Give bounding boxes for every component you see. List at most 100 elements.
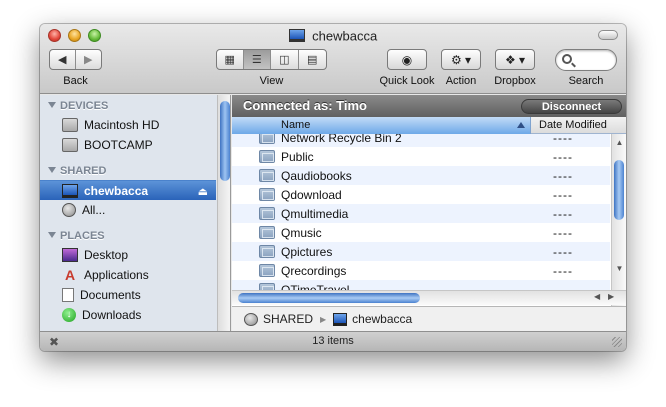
column-header-date[interactable]: Date Modified [533,117,626,134]
list-view-button[interactable]: ☰ [243,50,272,69]
disclosure-triangle-icon [48,102,56,108]
resize-grip-icon[interactable] [612,337,622,347]
monitor-icon [288,29,305,43]
window-title: chewbacca [312,28,378,44]
chevron-right-icon: ▶ [320,314,327,324]
sidebar-item-documents[interactable]: Documents [40,285,216,305]
column-view-button[interactable]: ◫ [271,50,299,69]
network-globe-icon [244,312,258,326]
sidebar-item-downloads[interactable]: ↓ Downloads [40,305,216,325]
grid-icon: ▦ [224,54,235,66]
back-arrow-icon: ◀ [58,54,67,66]
shared-folder-icon [259,207,275,220]
table-row[interactable]: Public ---- [232,147,610,166]
dropbox-button[interactable]: ❖ ▾ [495,49,535,70]
scroll-up-icon[interactable]: ▲ [612,138,626,147]
sidebar-item-desktop[interactable]: Desktop [40,245,216,265]
applications-icon: A [64,267,76,283]
horizontal-scroll-thumb[interactable] [238,293,420,303]
path-bar: SHARED ▶ chewbacca [232,306,626,331]
back-forward-control: ◀ ▶ [49,49,102,70]
shared-header[interactable]: SHARED [48,165,106,177]
column-header-name[interactable]: Name [232,117,531,134]
forward-button[interactable]: ▶ [76,50,101,69]
shared-folder-icon [259,264,275,277]
quicklook-group: ◉ [387,49,427,70]
document-icon [62,288,74,302]
horizontal-scrollbar[interactable]: ◀ ▶ [232,290,626,305]
path-item-shared[interactable]: SHARED [263,312,313,326]
sidebar-item-bootcamp[interactable]: BOOTCAMP [40,135,216,155]
sidebar-item-all[interactable]: All... [40,200,216,220]
shared-folder-icon [259,245,275,258]
dropbox-icon: ❖ ▾ [504,52,526,67]
desktop-icon [62,248,78,262]
shared-folder-icon [259,169,275,182]
table-row[interactable]: Qdownload ---- [232,185,610,204]
connection-bar: Connected as: Timo Disconnect [232,95,626,117]
window-title-bar: chewbacca [40,28,626,43]
sidebar-scroll-thumb[interactable] [220,101,230,181]
devices-header[interactable]: DEVICES [48,100,108,112]
search-icon [562,54,572,64]
places-header[interactable]: PLACES [48,230,105,242]
vertical-scroll-thumb[interactable] [614,160,624,220]
status-bar: ✖ 13 items [40,331,626,351]
hard-drive-icon [62,118,78,132]
icon-view-button[interactable]: ▦ [217,50,244,69]
hard-drive-icon [62,138,78,152]
view-control: ▦ ☰ ◫ ▤ [216,49,327,70]
quicklook-button[interactable]: ◉ [387,49,427,70]
scroll-right-icon[interactable]: ▶ [608,292,614,301]
toolbar: chewbacca ◀ ▶ Back ▦ ☰ ◫ ▤ View ◉ Quick … [40,24,626,94]
path-item-chewbacca[interactable]: chewbacca [352,312,412,326]
back-button[interactable]: ◀ [50,50,76,69]
main-content: Connected as: Timo Disconnect Name Date … [232,95,626,331]
columns-icon: ◫ [279,54,290,66]
scroll-left-icon[interactable]: ◀ [594,292,600,301]
sidebar-item-macintosh-hd[interactable]: Macintosh HD [40,115,216,135]
file-list: Network Recycle Bin 2 ---- Public ---- Qau… [232,134,610,306]
table-row[interactable]: Qpictures ---- [232,242,610,261]
network-globe-icon [62,203,76,217]
quicklook-label: Quick Look [379,75,435,87]
table-row[interactable]: Qmusic ---- [232,223,610,242]
disclosure-triangle-icon [48,232,56,238]
disclosure-triangle-icon [48,167,56,173]
coverflow-view-button[interactable]: ▤ [299,50,326,69]
action-button[interactable]: ⚙ ▾ [441,49,481,70]
finder-window: chewbacca ◀ ▶ Back ▦ ☰ ◫ ▤ View ◉ Quick … [40,24,626,351]
search-label: Search [568,75,604,87]
forward-arrow-icon: ▶ [84,54,93,66]
back-label: Back [63,75,88,87]
scroll-down-icon[interactable]: ▼ [612,264,626,273]
table-row[interactable]: Qaudiobooks ---- [232,166,610,185]
eject-icon[interactable]: ⏏ [198,185,208,198]
eye-icon: ◉ [401,52,413,67]
vertical-scrollbar[interactable]: ▲ ▼ [611,134,626,306]
connected-as-text: Connected as: Timo [243,98,368,113]
monitor-icon [333,312,348,326]
sidebar-item-applications[interactable]: A Applications [40,265,216,285]
gear-icon: ⚙ ▾ [450,52,472,67]
dropbox-group: ❖ ▾ [495,49,535,70]
table-row[interactable]: Qrecordings ---- [232,261,610,280]
sort-ascending-icon [517,122,525,128]
download-icon: ↓ [62,308,76,322]
shared-folder-icon [259,150,275,163]
table-row[interactable]: Network Recycle Bin 2 ---- [232,134,610,147]
action-group: ⚙ ▾ [441,49,481,70]
table-row[interactable]: Qmultimedia ---- [232,204,610,223]
disconnect-button[interactable]: Disconnect [521,99,622,114]
coverflow-icon: ▤ [307,54,318,66]
dropbox-label: Dropbox [494,75,536,87]
shared-folder-icon [259,134,275,144]
shared-folder-icon [259,226,275,239]
shared-folder-icon [259,188,275,201]
monitor-icon [62,183,78,198]
item-count: 13 items [312,335,354,347]
column-header: Name Date Modified [232,117,626,134]
sidebar-scrollbar[interactable] [217,95,230,331]
sidebar-item-chewbacca[interactable]: chewbacca ⏏ [40,180,216,200]
search-field[interactable] [555,49,617,71]
